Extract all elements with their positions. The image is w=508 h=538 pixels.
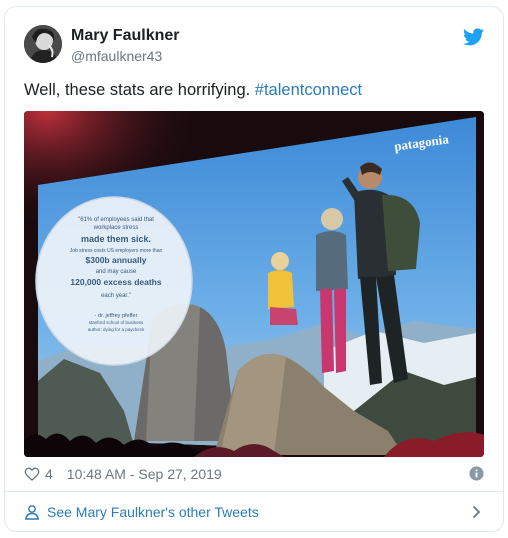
tweet-meta: 4 10:48 AM - Sep 27, 2019 <box>24 463 484 485</box>
slide-quote-line5: $300b annually <box>86 255 147 265</box>
slide-quote-line1: "61% of employees said that <box>78 217 154 223</box>
avatar[interactable] <box>24 25 62 63</box>
info-icon[interactable] <box>469 466 484 481</box>
hashtag-link[interactable]: #talentconnect <box>255 81 362 99</box>
slide-quote-line2: workplace stress <box>93 225 139 231</box>
heart-icon[interactable] <box>24 466 40 482</box>
slide-attribution2: stanford school of business <box>89 320 144 325</box>
like-count[interactable]: 4 <box>45 466 53 482</box>
author-name[interactable]: Mary Faulkner <box>71 27 179 45</box>
timestamp-link[interactable]: 10:48 AM - Sep 27, 2019 <box>67 466 222 482</box>
slide-quote-line6: and may cause <box>96 269 137 275</box>
slide-quote-line8: each year." <box>101 293 131 299</box>
slide-attribution3: author: dying for a paycheck <box>88 327 145 332</box>
twitter-logo-icon[interactable] <box>463 28 484 46</box>
see-more-label: See Mary Faulkner's other Tweets <box>47 504 259 520</box>
slide-quote-line7: 120,000 excess deaths <box>70 277 161 287</box>
see-more-tweets-link[interactable]: See Mary Faulkner's other Tweets <box>5 492 503 532</box>
slide-quote-line4: Job stress costs US employers more than <box>70 248 163 254</box>
person-icon <box>25 505 39 520</box>
slide-quote-line3: made them sick. <box>81 234 151 244</box>
tweet-body: Well, these stats are horrifying. <box>24 81 255 99</box>
tweet-card: Mary Faulkner @mfaulkner43 Well, these s… <box>4 6 504 532</box>
slide-attribution1: - dr. jeffrey pfeffer <box>95 313 138 319</box>
author-handle[interactable]: @mfaulkner43 <box>71 48 162 64</box>
tweet-text: Well, these stats are horrifying. #talen… <box>24 79 484 101</box>
chevron-right-icon <box>472 505 481 519</box>
tweet-photo[interactable]: "61% of employees said that workplace st… <box>24 111 484 457</box>
